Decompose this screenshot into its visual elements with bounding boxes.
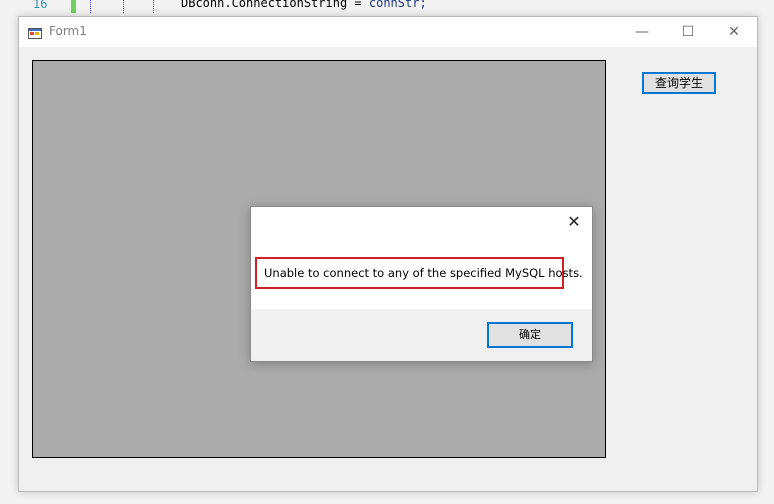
- code-line: 16 DBconn.ConnectionString = connStr;: [0, 0, 774, 16]
- maximize-icon: ☐: [681, 24, 695, 40]
- close-icon: ✕: [567, 212, 581, 231]
- query-students-button[interactable]: 查询学生: [642, 72, 716, 94]
- line-number: 16: [33, 0, 48, 11]
- app-icon: [28, 25, 42, 39]
- close-button[interactable]: ✕: [711, 17, 757, 47]
- minimize-button[interactable]: —: [619, 17, 665, 47]
- code-operator: =: [347, 0, 369, 10]
- indent-guide: [123, 0, 124, 13]
- indent-guide: [90, 0, 91, 13]
- change-marker: [71, 0, 76, 13]
- error-message: Unable to connect to any of the specifie…: [264, 266, 583, 280]
- ok-button[interactable]: 确定: [487, 322, 573, 348]
- minimize-icon: —: [635, 24, 649, 40]
- title-bar[interactable]: Form1 — ☐ ✕: [19, 17, 757, 47]
- window-title: Form1: [49, 24, 87, 38]
- maximize-button[interactable]: ☐: [665, 17, 711, 47]
- close-icon: ✕: [728, 24, 740, 40]
- code-object: DBconn: [181, 0, 225, 10]
- indent-guide: [153, 0, 154, 13]
- code-property: .ConnectionString: [224, 0, 348, 10]
- error-highlight-box: Unable to connect to any of the specifie…: [255, 257, 583, 289]
- dialog-close-button[interactable]: ✕: [564, 212, 584, 232]
- dialog-footer: 确定: [251, 309, 592, 361]
- code-text: DBconn.ConnectionString = connStr;: [181, 0, 427, 10]
- message-box-dialog: ✕ Unable to connect to any of the specif…: [250, 206, 593, 362]
- code-value: connStr;: [368, 0, 427, 10]
